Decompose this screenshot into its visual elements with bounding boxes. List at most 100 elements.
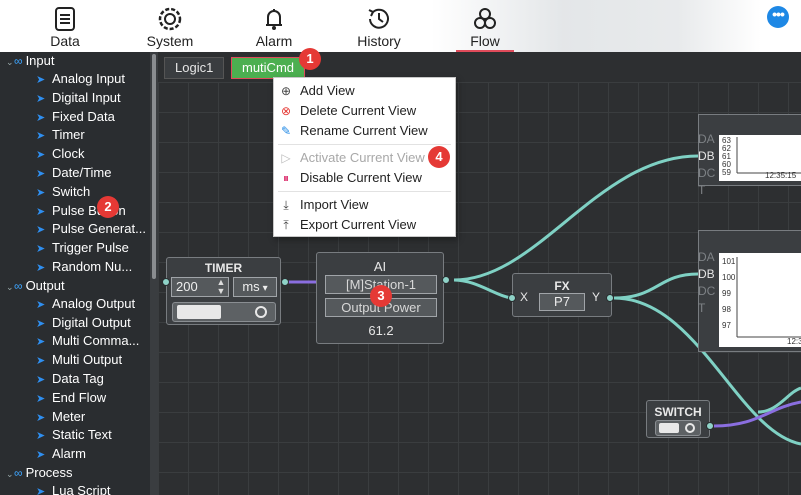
category-input[interactable]: ⌄∞ Input: [0, 52, 150, 70]
menu-item-label: Add View: [300, 83, 355, 98]
y-tick: 59: [722, 168, 731, 177]
timer-block[interactable]: TIMER 200 ▲ ▼ ms ▾: [166, 257, 281, 325]
sidebar-item-label: Analog Input: [52, 71, 126, 86]
send-icon: ➤: [36, 111, 46, 124]
menu-rename-view[interactable]: ✎ Rename Current View: [274, 121, 455, 141]
timer-output-port[interactable]: [281, 278, 289, 286]
port-dc[interactable]: DC: [698, 284, 715, 298]
sidebar-item-data-tag[interactable]: ➤ Data Tag: [0, 370, 150, 389]
block-title: SWITCH: [654, 405, 702, 419]
sidebar-item-trigger-pulse[interactable]: ➤ Trigger Pulse: [0, 239, 150, 258]
menu-item-label: Delete Current View: [300, 103, 417, 118]
nav-history[interactable]: History: [344, 3, 414, 49]
port-db[interactable]: DB: [698, 267, 715, 281]
fx-input-label: X: [520, 290, 529, 304]
sidebar-item-multi-command[interactable]: ➤ Multi Comma...: [0, 332, 150, 351]
fx-input-port[interactable]: [508, 294, 516, 302]
send-icon: ➤: [36, 430, 46, 443]
menu-disable-view[interactable]: ⏸ Disable Current View: [274, 168, 455, 188]
x-time-label: 12:35:1: [787, 337, 801, 346]
sidebar-item-label: Multi Comma...: [52, 333, 140, 349]
sidebar-item-label: Analog Output: [52, 295, 136, 311]
port-t[interactable]: T: [698, 183, 705, 197]
port-da[interactable]: DA: [698, 250, 715, 264]
menu-import-view[interactable]: ⤓ Import View: [274, 195, 455, 215]
sidebar-item-label: Lua Script: [52, 482, 111, 495]
menu-export-view[interactable]: ⤒ Export Current View: [274, 215, 455, 235]
sidebar-item-label: Multi Output: [52, 352, 123, 368]
send-icon: ➤: [36, 92, 46, 105]
send-icon: ➤: [36, 336, 46, 349]
chevron-down-icon: ▾: [262, 283, 268, 294]
sidebar-item-meter[interactable]: ➤ Meter: [0, 408, 150, 427]
port-label: DA: [698, 132, 715, 146]
nav-data[interactable]: Data: [30, 3, 100, 49]
sidebar-scrollbar[interactable]: [150, 52, 158, 495]
enable-toggle[interactable]: [172, 302, 276, 322]
sidebar-item-fixed-data[interactable]: ➤ Fixed Data: [0, 108, 150, 127]
sidebar-item-analog-output[interactable]: ➤ Analog Output: [0, 295, 150, 314]
y-tick: 101: [722, 257, 736, 266]
sidebar-item-label: Timer: [52, 127, 85, 143]
nav-alarm[interactable]: Alarm: [239, 3, 309, 49]
port-db[interactable]: DB: [698, 149, 715, 163]
add-icon: ⊕: [280, 84, 292, 98]
sidebar-item-digital-output[interactable]: ➤ Digital Output: [0, 314, 150, 333]
nav-label: Alarm: [255, 33, 293, 49]
send-icon: ➤: [36, 355, 46, 368]
port-label: DC: [698, 284, 716, 298]
ai-output-port[interactable]: [442, 276, 450, 284]
sidebar-item-timer[interactable]: ➤ Timer: [0, 126, 150, 145]
x-time-label: 12:35:15: [765, 171, 797, 180]
spinner-icon[interactable]: ▲ ▼: [215, 278, 227, 296]
sidebar-item-switch[interactable]: ➤ Switch: [0, 183, 150, 202]
sidebar-item-analog-input[interactable]: ➤ Analog Input: [0, 70, 150, 89]
sidebar-item-label: Fixed Data: [52, 108, 115, 124]
fx-output-port[interactable]: [606, 294, 614, 302]
y-tick: 97: [722, 321, 731, 330]
sidebar-item-lua-script[interactable]: ➤ Lua Script: [0, 482, 150, 495]
nav-system[interactable]: System: [135, 3, 205, 49]
more-options-button[interactable]: •••: [767, 6, 789, 28]
port-label: T: [698, 183, 706, 197]
port-label: DC: [698, 166, 716, 180]
sidebar-item-clock[interactable]: ➤ Clock: [0, 145, 150, 164]
sidebar-item-multi-output[interactable]: ➤ Multi Output: [0, 351, 150, 370]
nav-flow[interactable]: Flow: [450, 3, 520, 53]
category-label: Process: [25, 464, 73, 480]
category-output[interactable]: ⌄∞ Output: [0, 277, 150, 295]
menu-delete-view[interactable]: ⊗ Delete Current View: [274, 101, 455, 121]
sidebar-item-alarm[interactable]: ➤ Alarm: [0, 445, 150, 464]
port-da[interactable]: DA: [698, 132, 715, 146]
wire-ai-chart1: [453, 154, 699, 282]
unit-select[interactable]: ms ▾: [233, 277, 277, 297]
port-dc[interactable]: DC: [698, 166, 715, 180]
port-label: T: [698, 301, 706, 315]
sidebar-item-static-text[interactable]: ➤ Static Text: [0, 426, 150, 445]
switch-toggle[interactable]: [655, 420, 701, 436]
sidebar-item-pulse-button[interactable]: ➤ Pulse Button: [0, 202, 150, 221]
sidebar-item-label: Digital Input: [52, 89, 121, 105]
category-process[interactable]: ⌄∞ Process: [0, 464, 150, 482]
expression-field[interactable]: P7: [539, 293, 585, 311]
nav-label: History: [357, 33, 401, 49]
sidebar-item-label: Clock: [52, 146, 85, 162]
send-icon: ➤: [36, 130, 46, 143]
flow-canvas[interactable]: Logic1 mutiCmd TIMER 200 ▲▼ ms▾ AI [M]St…: [158, 52, 801, 495]
sidebar-item-random-number[interactable]: ➤ Random Nu...: [0, 258, 150, 277]
sidebar-item-pulse-generator[interactable]: ➤ Pulse Generat...: [0, 220, 150, 239]
switch-block[interactable]: SWITCH: [646, 400, 710, 438]
menu-add-view[interactable]: ⊕ Add View: [274, 81, 455, 101]
delete-icon: ⊗: [280, 104, 292, 118]
sidebar-item-end-flow[interactable]: ➤ End Flow: [0, 389, 150, 408]
scrollbar-thumb[interactable]: [152, 54, 156, 279]
wire-switch-offscreen: [713, 400, 801, 428]
switch-output-port[interactable]: [706, 422, 714, 430]
timer-input-port[interactable]: [162, 278, 170, 286]
sidebar-item-date-time[interactable]: ➤ Date/Time: [0, 164, 150, 183]
send-icon: ➤: [36, 224, 46, 237]
port-t[interactable]: T: [698, 301, 705, 315]
sidebar-item-digital-input[interactable]: ➤ Digital Input: [0, 89, 150, 108]
nav-label: System: [146, 33, 194, 49]
send-icon: ➤: [36, 317, 46, 330]
